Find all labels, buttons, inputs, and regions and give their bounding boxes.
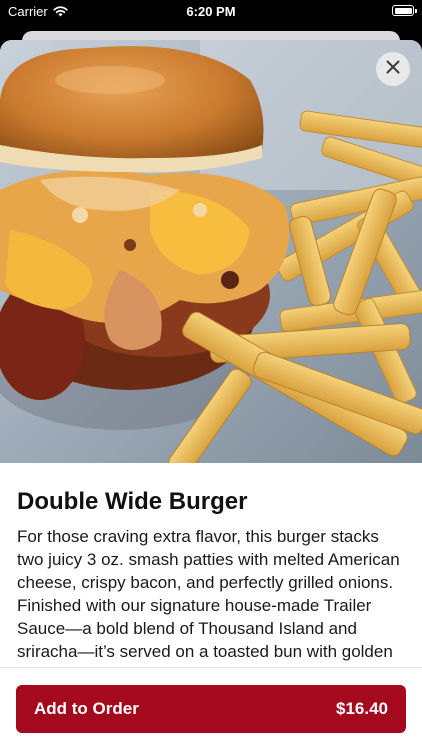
item-photo [0,40,422,463]
item-price: $16.40 [336,699,388,718]
item-title: Double Wide Burger [17,488,248,515]
status-bar: Carrier 6:20 PM [0,0,422,24]
item-detail-sheet: Double Wide Burger For those craving ext… [0,40,422,750]
battery-icon [392,5,417,16]
close-button[interactable] [376,52,410,86]
add-to-order-label: Add to Order [34,699,139,718]
status-time: 6:20 PM [186,4,236,19]
add-to-order-button[interactable]: Add to Order $16.40 [16,685,406,733]
screen: Carrier 6:20 PM Double Wide Burger For t… [0,0,422,750]
bottom-action-bar: Add to Order $16.40 [0,667,422,750]
close-icon [386,60,400,79]
